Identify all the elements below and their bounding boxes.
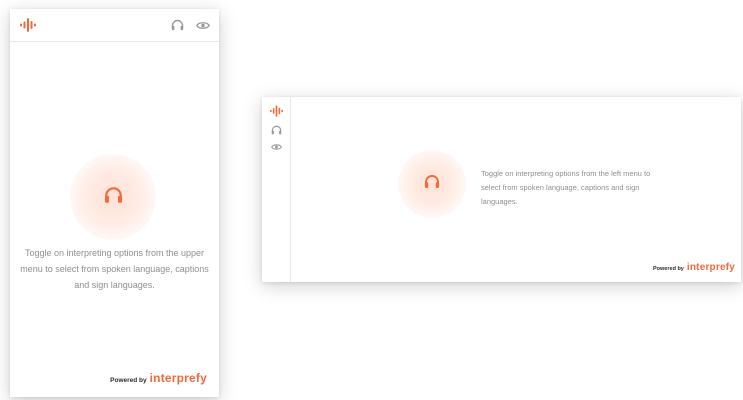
powered-by-label: Powered by [653,266,684,272]
eye-icon[interactable] [270,143,282,151]
portrait-widget: Toggle on interpreting options from the … [10,9,219,397]
interprefy-brand-logo: interprefy [149,371,207,385]
landscape-widget: Toggle on interpreting options from the … [262,97,741,282]
headphones-icon[interactable] [171,19,184,31]
powered-by-footer: Powered by interprefy [653,262,735,273]
powered-by-label: Powered by [110,377,147,384]
left-menu-bar [262,97,291,282]
audio-wave-logo-icon [269,105,283,117]
top-menu-bar [10,9,219,42]
headphones-icon [104,186,123,209]
headphones-icon [424,174,440,194]
headphones-glow-badge [70,154,156,240]
audio-wave-logo-icon [20,18,36,32]
instruction-text: Toggle on interpreting options from the … [20,248,209,290]
instruction-text: Toggle on interpreting options from the … [481,169,651,206]
headphones-glow-badge [398,150,466,218]
powered-by-footer: Powered by interprefy [110,371,207,385]
eye-icon[interactable] [196,21,210,30]
headphones-icon[interactable] [271,125,282,135]
interprefy-brand-logo: interprefy [686,262,735,273]
